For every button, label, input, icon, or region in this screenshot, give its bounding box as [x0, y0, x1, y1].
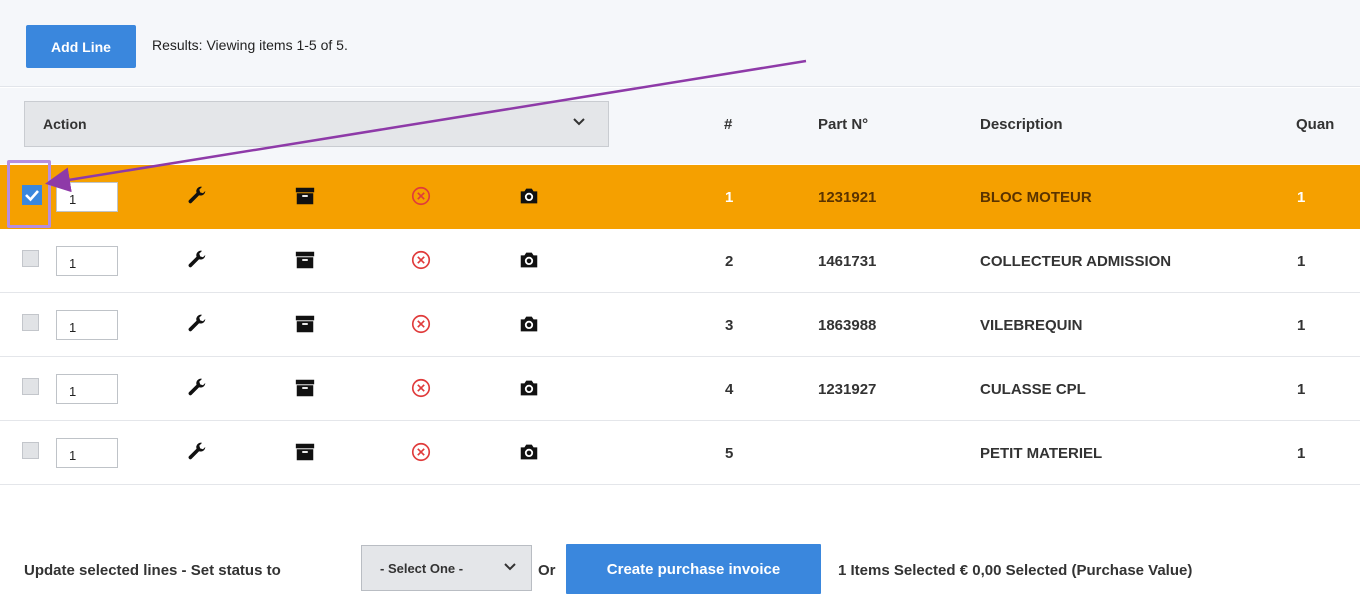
table-row[interactable]: 1 2 1461731 COLLECTEUR ADMISSION 1 [0, 229, 1360, 293]
camera-icon[interactable] [518, 441, 540, 468]
archive-icon[interactable] [294, 185, 316, 212]
wrench-icon[interactable] [186, 441, 208, 468]
row-number: 3 [725, 317, 734, 334]
row-quantity-input[interactable]: 1 [56, 374, 118, 404]
row-number: 4 [725, 381, 734, 398]
row-quantity-input[interactable]: 1 [56, 246, 118, 276]
row-description: CULASSE CPL [980, 381, 1086, 398]
row-quantity: 1 [1297, 253, 1306, 270]
or-label: Or [538, 562, 556, 579]
remove-circle-icon[interactable] [410, 313, 432, 340]
row-description: COLLECTEUR ADMISSION [980, 253, 1172, 270]
checkbox-highlight-box [7, 160, 51, 228]
row-number: 1 [725, 189, 734, 206]
wrench-icon[interactable] [186, 249, 208, 276]
row-quantity: 1 [1297, 189, 1306, 206]
row-part-number: 1461731 [818, 253, 877, 270]
update-selected-label: Update selected lines - Set status to [24, 562, 281, 579]
row-quantity: 1 [1297, 445, 1306, 462]
row-select-checkbox[interactable] [22, 378, 39, 395]
wrench-icon[interactable] [186, 185, 208, 212]
column-header-part-number: Part N° [818, 116, 869, 133]
archive-icon[interactable] [294, 441, 316, 468]
create-purchase-invoice-button[interactable]: Create purchase invoice [566, 544, 821, 594]
row-quantity-input[interactable]: 1 [56, 182, 118, 212]
row-quantity: 1 [1297, 317, 1306, 334]
row-number: 2 [725, 253, 734, 270]
archive-icon[interactable] [294, 249, 316, 276]
column-header-quantity: Quan [1296, 116, 1335, 133]
remove-circle-icon[interactable] [410, 441, 432, 468]
camera-icon[interactable] [518, 185, 540, 212]
row-quantity-input[interactable]: 1 [56, 438, 118, 468]
status-select-value: - Select One - [380, 560, 464, 576]
row-description: PETIT MATERIEL [980, 445, 1103, 462]
archive-icon[interactable] [294, 377, 316, 404]
selection-summary: 1 Items Selected € 0,00 Selected (Purcha… [838, 562, 1193, 579]
status-select[interactable]: - Select One - [361, 545, 532, 591]
row-select-checkbox[interactable] [22, 314, 39, 331]
wrench-icon[interactable] [186, 377, 208, 404]
column-header-number: # [724, 116, 733, 133]
row-select-checkbox[interactable] [22, 442, 39, 459]
add-line-button[interactable]: Add Line [26, 25, 136, 68]
row-part-number: 1231927 [818, 381, 877, 398]
column-header-description: Description [980, 116, 1063, 133]
remove-circle-icon[interactable] [410, 185, 432, 212]
results-summary: Results: Viewing items 1-5 of 5. [152, 37, 348, 53]
row-quantity: 1 [1297, 381, 1306, 398]
row-number: 5 [725, 445, 734, 462]
row-description: BLOC MOTEUR [980, 189, 1092, 206]
row-select-checkbox[interactable] [22, 250, 39, 267]
table-row[interactable]: 1 3 1863988 VILEBREQUIN 1 [0, 293, 1360, 357]
chevron-down-icon [503, 560, 517, 577]
table-row[interactable]: 1 4 1231927 CULASSE CPL 1 [0, 357, 1360, 421]
table-row[interactable]: 1 1 1231921 BLOC MOTEUR 1 [0, 165, 1360, 229]
table-row[interactable]: 1 5 PETIT MATERIEL 1 [0, 421, 1360, 485]
row-quantity-input[interactable]: 1 [56, 310, 118, 340]
camera-icon[interactable] [518, 249, 540, 276]
archive-icon[interactable] [294, 313, 316, 340]
action-select-value: Action [43, 116, 87, 132]
action-select[interactable]: Action [24, 101, 609, 147]
row-part-number: 1863988 [818, 317, 877, 334]
camera-icon[interactable] [518, 313, 540, 340]
camera-icon[interactable] [518, 377, 540, 404]
row-part-number: 1231921 [818, 189, 877, 206]
remove-circle-icon[interactable] [410, 249, 432, 276]
wrench-icon[interactable] [186, 313, 208, 340]
row-description: VILEBREQUIN [980, 317, 1083, 334]
chevron-down-icon [572, 115, 586, 132]
remove-circle-icon[interactable] [410, 377, 432, 404]
